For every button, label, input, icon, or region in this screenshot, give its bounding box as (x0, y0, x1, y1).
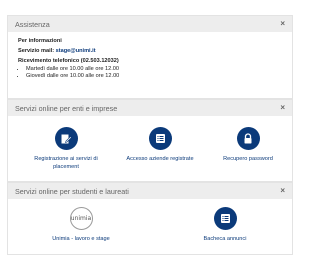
mail-line: Servizio mail: stage@unimi.it (18, 48, 292, 54)
mail-label: Servizio mail: (18, 48, 55, 54)
phone-label: Ricevimento telefonico (02.503.12032) (18, 58, 119, 64)
enti-header[interactable]: Servizi online per enti e imprese × (8, 100, 292, 116)
studenti-header[interactable]: Servizi online per studenti e laureati × (8, 183, 292, 199)
studenti-panel: Servizi online per studenti e laureati ×… (7, 182, 293, 255)
enti-panel: Servizi online per enti e imprese × Regi… (7, 99, 293, 182)
close-icon[interactable]: × (280, 104, 285, 112)
close-icon[interactable]: × (280, 187, 285, 195)
label-line: placement (53, 163, 79, 170)
label-line: Registrazione ai servizi di (34, 156, 98, 162)
list-item: Martedì dalle ore 10.00 alle ore 12.00 (26, 66, 292, 72)
accesso-service[interactable]: Accesso aziende registrate (115, 127, 205, 164)
mail-link[interactable]: stage@unimi.it (56, 48, 96, 54)
assistenza-panel: Assistenza × Per informazioni Servizio m… (7, 15, 293, 99)
list-icon[interactable] (213, 207, 237, 230)
assistenza-title: Assistenza (15, 19, 50, 29)
lock-icon[interactable] (236, 127, 260, 150)
enti-title: Servizi online per enti e imprese (15, 103, 118, 113)
bacheca-service[interactable]: Bacheca annunci (185, 207, 265, 244)
unimia-logo[interactable]: unimia (69, 207, 93, 230)
info-heading: Per informazioni (18, 38, 62, 44)
studenti-services: unimia Unimia - lavoro e stage Bacheca a… (8, 199, 292, 265)
hours-list: Martedì dalle ore 10.00 alle ore 12.00 G… (18, 66, 292, 79)
assistenza-info: Per informazioni Servizio mail: stage@un… (8, 32, 292, 79)
assistenza-header[interactable]: Assistenza × (8, 16, 292, 32)
studenti-title: Servizi online per studenti e laureati (15, 186, 129, 196)
bacheca-label[interactable]: Bacheca annunci (204, 236, 247, 244)
list-item: Giovedì dalle ore 10.00 alle ore 12.00 (26, 73, 292, 79)
enti-services: Registrazione ai servizi di placement Ac… (8, 116, 292, 182)
close-icon[interactable]: × (280, 20, 285, 28)
recupero-service[interactable]: Recupero password (208, 127, 288, 164)
registrazione-label[interactable]: Registrazione ai servizi di placement (34, 156, 97, 171)
registrazione-service[interactable]: Registrazione ai servizi di placement (26, 127, 106, 171)
unimia-logo-text: unimia (70, 215, 92, 222)
accesso-label[interactable]: Accesso aziende registrate (126, 156, 193, 164)
list-icon[interactable] (148, 127, 172, 150)
edit-icon[interactable] (54, 127, 78, 150)
unimia-service[interactable]: unimia Unimia - lavoro e stage (41, 207, 121, 244)
unimia-label[interactable]: Unimia - lavoro e stage (52, 236, 110, 244)
recupero-label[interactable]: Recupero password (223, 156, 273, 164)
